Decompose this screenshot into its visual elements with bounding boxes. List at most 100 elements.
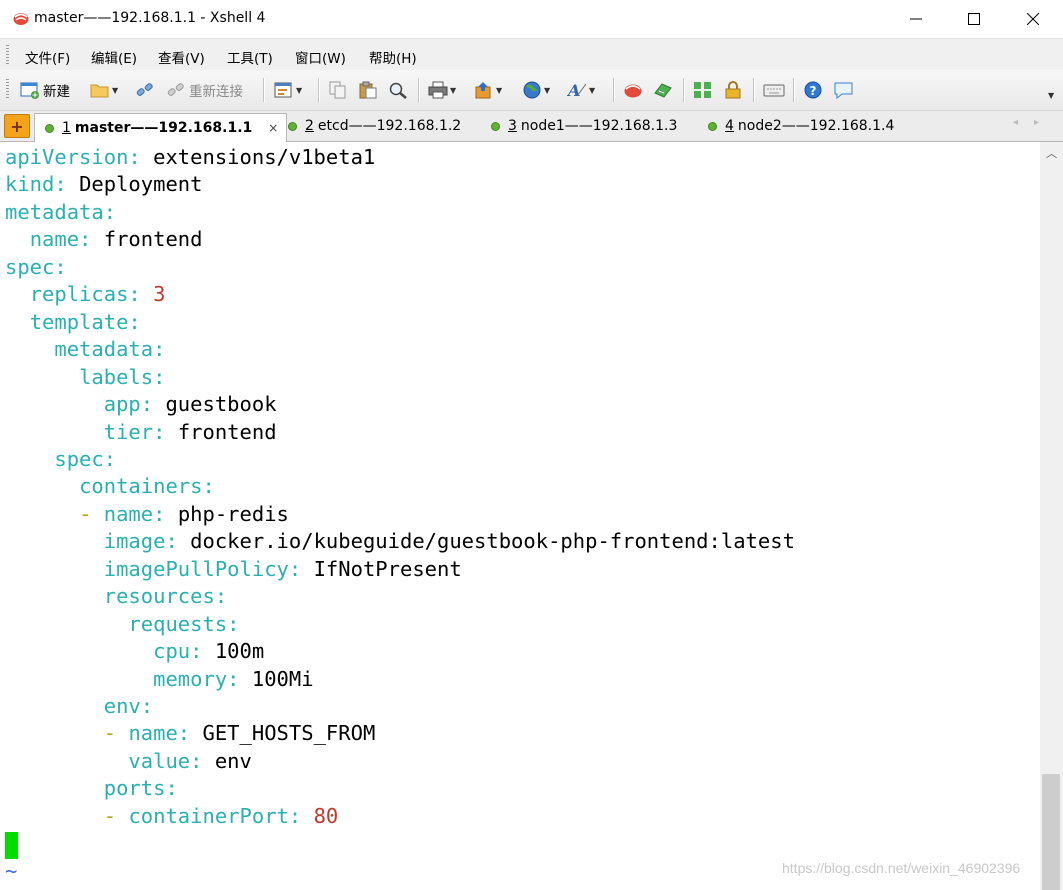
minimize-button[interactable] (893, 0, 939, 38)
tab-close-icon[interactable]: × (268, 121, 278, 135)
terminal-line: - name: GET_HOSTS_FROM (5, 720, 376, 747)
font-button[interactable]: A ▼ (567, 79, 595, 101)
new-session-button[interactable]: 新建 (20, 79, 70, 101)
yaml-value: 80 (313, 803, 339, 828)
chat-button[interactable] (833, 79, 855, 101)
new-session-icon (20, 82, 39, 99)
terminal-line: env: (5, 693, 153, 720)
xshell-icon (624, 84, 642, 98)
tab-label: node1——192.168.1.3 (520, 118, 678, 134)
printer-icon (428, 81, 448, 99)
terminal-line: spec: (5, 446, 116, 473)
title-bar: master——192.168.1.1 - Xshell 4 (0, 0, 1063, 38)
toolbar-separator (318, 78, 320, 102)
menu-file[interactable]: 文件(F) (25, 47, 70, 67)
toolbar-grip[interactable] (6, 79, 9, 99)
yaml-key: labels: (79, 364, 166, 389)
vertical-scrollbar[interactable]: ︿ (1040, 142, 1063, 890)
tab-master[interactable]: 1 master——192.168.1.1 × (34, 113, 288, 142)
connect-button[interactable] (135, 79, 155, 101)
connected-status-icon (45, 123, 54, 133)
reconnect-label: 重新连接 (189, 84, 243, 100)
close-button[interactable] (1010, 0, 1056, 38)
help-button[interactable]: ? (803, 79, 823, 101)
xftp-button[interactable] (653, 79, 673, 101)
menubar-grip[interactable] (6, 45, 9, 65)
globe-button[interactable]: ▼ (522, 79, 550, 101)
terminal-line: resources: (5, 583, 227, 610)
tab-label: etcd——192.168.1.2 (317, 118, 462, 134)
toolbar-separator (418, 78, 420, 102)
chevron-down-icon: ▼ (1048, 90, 1055, 100)
yaml-key: env: (103, 694, 154, 718)
print-button[interactable]: ▼ (428, 79, 456, 101)
svg-text:A: A (567, 81, 580, 99)
lock-button[interactable] (723, 79, 743, 101)
keyboard-icon (763, 84, 785, 97)
yaml-key: imagePullPolicy: (103, 556, 302, 581)
terminal-line: app: guestbook (5, 391, 277, 418)
connected-status-icon (491, 121, 500, 131)
tab-etcd[interactable]: 2 etcd——192.168.1.2 (288, 113, 461, 139)
add-session-button[interactable]: + (4, 114, 30, 138)
menu-help[interactable]: 帮助(H) (369, 47, 417, 67)
search-icon (389, 82, 407, 99)
yaml-key: memory: (153, 666, 240, 691)
copy-button[interactable] (328, 79, 348, 101)
fullscreen-button[interactable] (693, 79, 713, 101)
list-dash: - (79, 501, 104, 526)
reconnect-button[interactable]: 重新连接 (166, 79, 243, 101)
xshell-button[interactable] (623, 79, 643, 101)
find-button[interactable] (388, 79, 408, 101)
terminal-line: name: frontend (5, 226, 203, 253)
yaml-key: ports: (103, 776, 178, 801)
keyboard-button[interactable] (763, 79, 785, 101)
toolbar-overflow-button[interactable]: ▼ (1046, 84, 1054, 106)
terminal-line: metadata: (5, 336, 165, 363)
terminal-line: cpu: 100m (5, 638, 264, 665)
properties-button[interactable]: ▼ (274, 79, 302, 101)
scroll-up-button[interactable]: ︿ (1040, 142, 1063, 164)
globe-icon (523, 81, 541, 99)
terminal-area[interactable]: apiVersion: extensions/v1beta1 kind: Depl… (0, 142, 1040, 890)
scroll-thumb[interactable] (1042, 774, 1060, 890)
open-folder-button[interactable]: ▼ (90, 79, 118, 101)
tab-label: node2——192.168.1.4 (737, 118, 895, 134)
yaml-value: 100m (214, 639, 265, 664)
toolbar-separator (683, 78, 685, 102)
terminal-line: tier: frontend (5, 419, 277, 446)
speech-bubble-icon (834, 82, 853, 99)
yaml-key: cpu: (153, 639, 203, 664)
properties-icon (274, 82, 292, 98)
tab-node2[interactable]: 4 node2——192.168.1.4 (708, 113, 894, 139)
menu-tools[interactable]: 工具(T) (227, 47, 273, 67)
terminal-cursor (5, 832, 18, 859)
terminal-line: spec: (5, 254, 67, 281)
yaml-key: image: (103, 529, 178, 554)
terminal-line: template: (5, 309, 141, 336)
tab-number: 4 (725, 118, 734, 134)
paste-button[interactable] (358, 79, 378, 101)
session-tab-bar: + 1 master——192.168.1.1 × 2 etcd——192.16… (0, 111, 1063, 142)
tab-node1[interactable]: 3 node1——192.168.1.3 (491, 113, 677, 139)
menu-edit[interactable]: 编辑(E) (91, 47, 137, 67)
yaml-key: resources: (103, 584, 228, 609)
yaml-key: name: (128, 721, 191, 746)
maximize-button[interactable] (951, 0, 997, 38)
terminal-line: containers: (5, 473, 215, 500)
yaml-key: name: (29, 227, 92, 252)
terminal-line: - name: php-redis (5, 501, 289, 528)
terminal-line: image: docker.io/kubeguide/guestbook-php… (5, 528, 795, 555)
yaml-key: app: (103, 392, 154, 417)
menu-view[interactable]: 查看(V) (158, 47, 205, 67)
transfer-button[interactable]: ▼ (474, 79, 502, 101)
terminal-line: metadata: (5, 199, 116, 226)
yaml-value: 3 (153, 282, 166, 307)
yaml-value: docker.io/kubeguide/guestbook-php-fronte… (190, 529, 795, 554)
tab-scroll-arrows[interactable]: ◂▸ (1013, 117, 1055, 128)
fullscreen-icon (694, 82, 711, 98)
close-icon (1027, 13, 1039, 25)
new-session-label: 新建 (43, 84, 70, 100)
toolbar-separator (263, 78, 265, 102)
menu-window[interactable]: 窗口(W) (295, 47, 346, 67)
